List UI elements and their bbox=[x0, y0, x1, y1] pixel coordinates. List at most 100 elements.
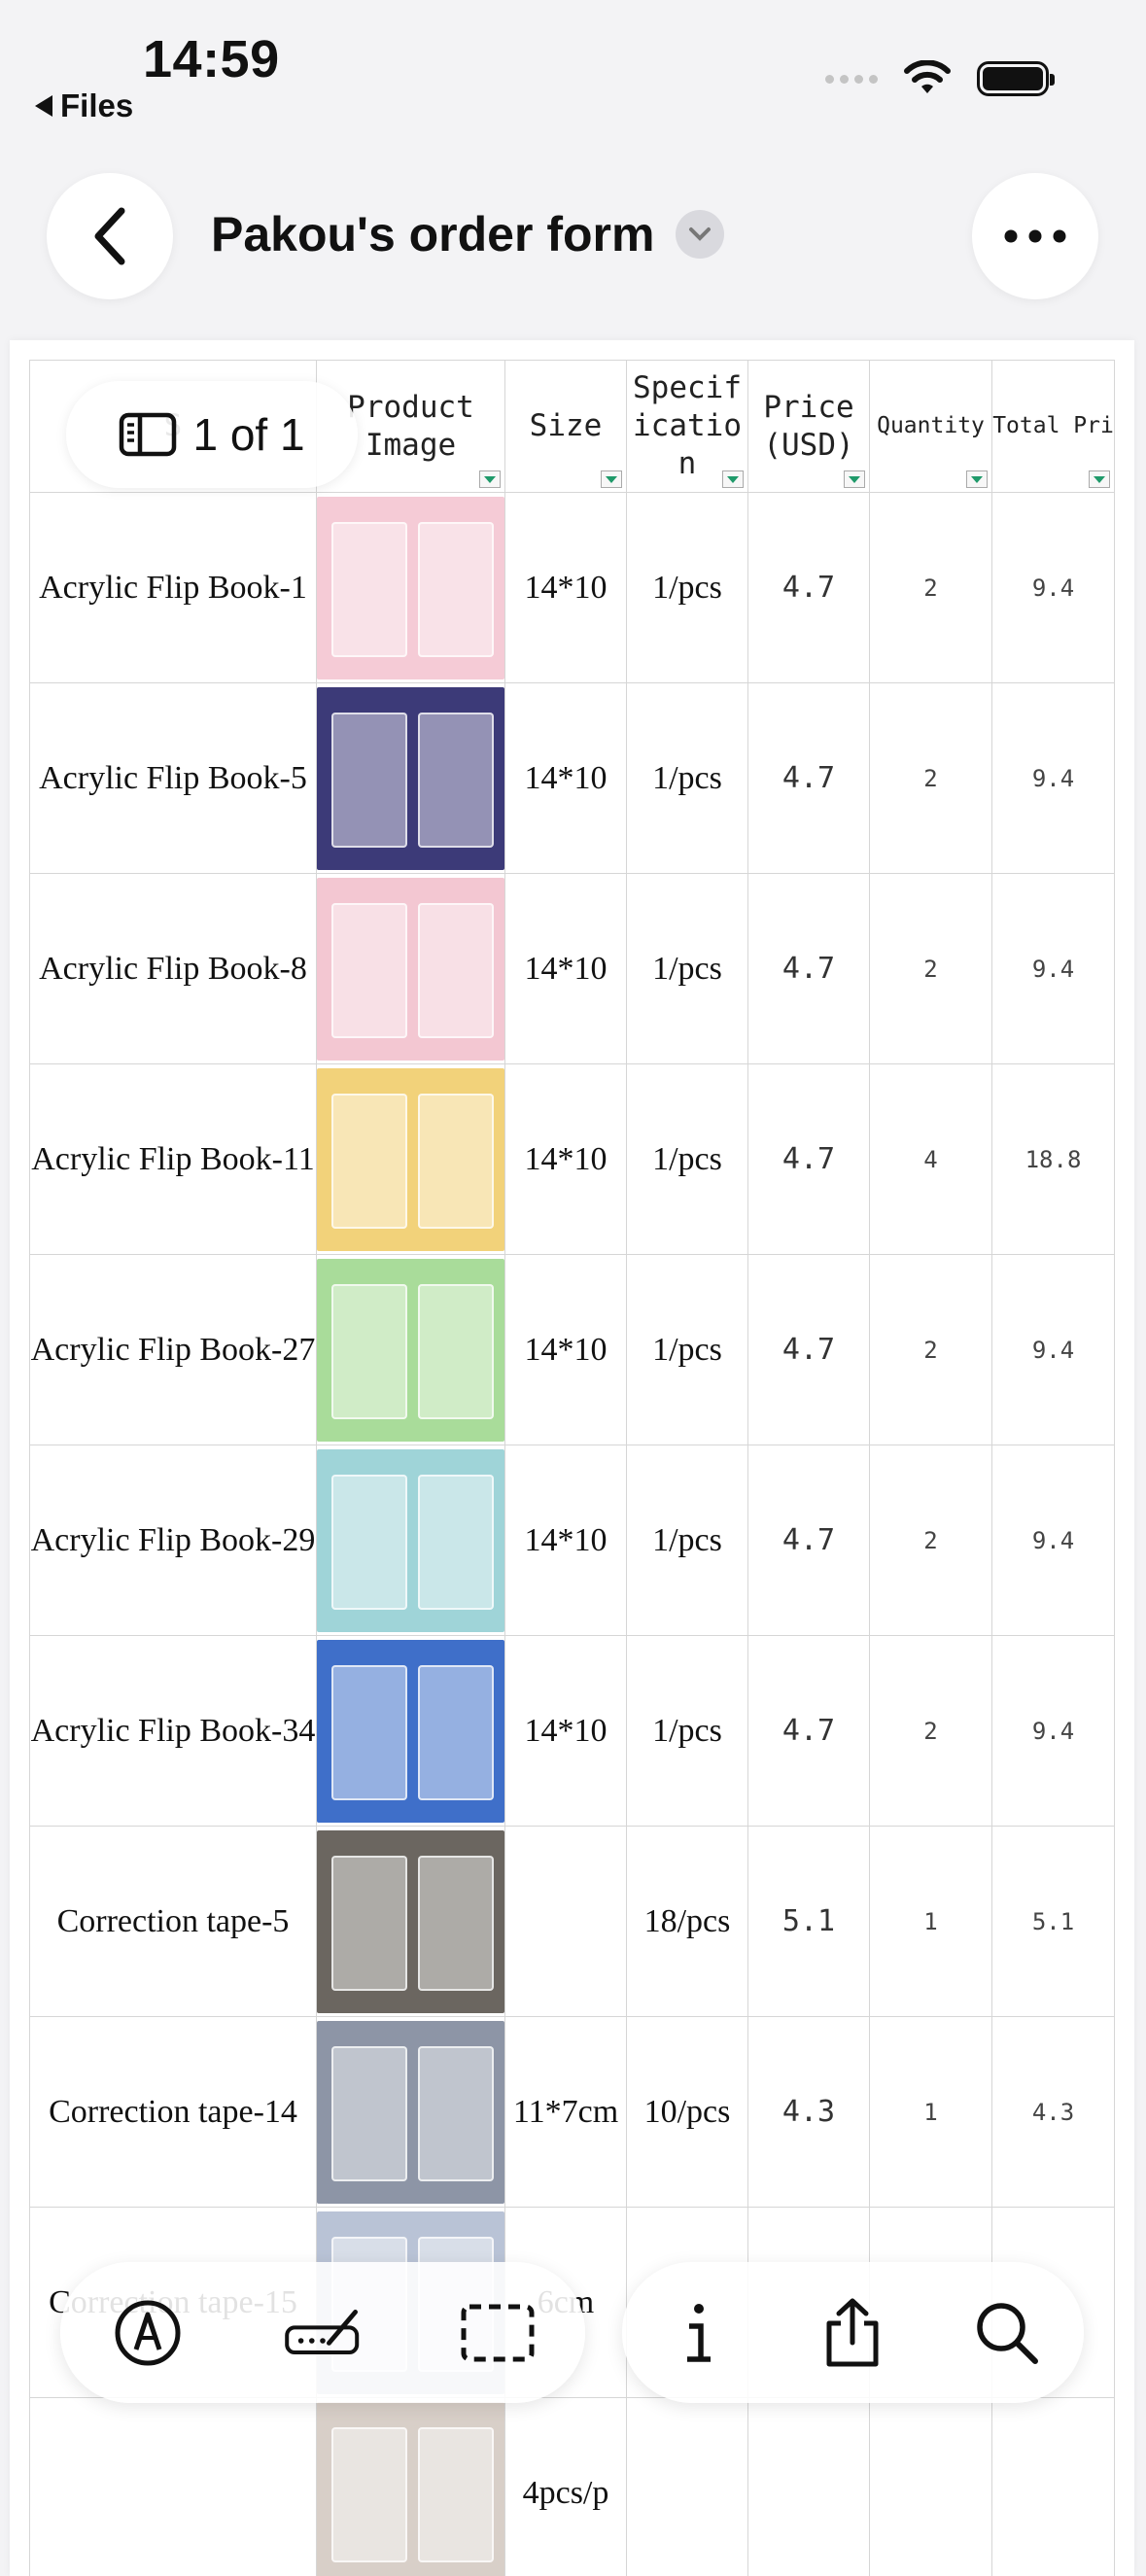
document-page[interactable]: SProduct ImageSizeSpecif icatio nPrice (… bbox=[10, 340, 1134, 2576]
price-cell: 5.1 bbox=[748, 1827, 870, 2017]
specification-cell: 1/pcs bbox=[627, 1636, 748, 1827]
search-icon[interactable] bbox=[968, 2294, 1046, 2372]
column-header-label: Size bbox=[530, 408, 603, 443]
price-cell: 4.7 bbox=[748, 683, 870, 874]
filter-dropdown-icon bbox=[1089, 470, 1110, 488]
size-cell: 4pcs/p bbox=[505, 2398, 627, 2576]
back-to-app-link[interactable]: Files bbox=[35, 87, 133, 124]
chevron-down-icon bbox=[676, 210, 724, 259]
quantity-cell: 2 bbox=[870, 1255, 992, 1445]
quantity-cell: 2 bbox=[870, 874, 992, 1064]
table-row: Acrylic Flip Book-3414*101/pcs4.729.4 bbox=[30, 1636, 1115, 1827]
table-row: Correction tape-1411*7cm10/pcs4.314.3 bbox=[30, 2017, 1115, 2208]
ellipsis-icon bbox=[1004, 229, 1066, 243]
share-icon[interactable] bbox=[814, 2294, 891, 2372]
table-row: Acrylic Flip Book-814*101/pcs4.729.4 bbox=[30, 874, 1115, 1064]
page-indicator[interactable]: 1 of 1 bbox=[66, 381, 358, 488]
order-table: SProduct ImageSizeSpecif icatio nPrice (… bbox=[29, 360, 1115, 2576]
column-header-label: Price (USD) bbox=[763, 390, 853, 463]
column-header: Total Pri bbox=[992, 361, 1115, 493]
product-image-cell bbox=[317, 1827, 505, 2017]
price-cell: 4.3 bbox=[748, 2017, 870, 2208]
column-header: Quantity bbox=[870, 361, 992, 493]
price-cell: 4.7 bbox=[748, 1255, 870, 1445]
product-name-cell: Acrylic Flip Book-11 bbox=[30, 1064, 317, 1255]
document-title: Pakou's order form bbox=[211, 206, 654, 262]
product-image-cell bbox=[317, 683, 505, 874]
total-price-cell bbox=[992, 2398, 1115, 2576]
price-cell: 4.7 bbox=[748, 1064, 870, 1255]
info-icon[interactable] bbox=[660, 2294, 738, 2372]
product-name-cell: Acrylic Flip Book-29 bbox=[30, 1445, 317, 1636]
markup-icon[interactable] bbox=[109, 2294, 187, 2372]
total-price-cell: 9.4 bbox=[992, 874, 1115, 1064]
more-options-button[interactable] bbox=[972, 173, 1098, 299]
price-cell: 4.7 bbox=[748, 874, 870, 1064]
product-thumbnail bbox=[317, 1449, 504, 1632]
back-button[interactable] bbox=[47, 173, 173, 299]
product-thumbnail bbox=[317, 2402, 504, 2576]
price-cell: 4.7 bbox=[748, 493, 870, 683]
select-icon[interactable] bbox=[459, 2294, 537, 2372]
actions-toolbar bbox=[622, 2262, 1084, 2403]
size-cell: 14*10 bbox=[505, 1064, 627, 1255]
size-cell: 14*10 bbox=[505, 1445, 627, 1636]
product-name-cell bbox=[30, 2398, 317, 2576]
column-header-label: Quantity bbox=[877, 413, 985, 438]
filter-dropdown-icon bbox=[601, 470, 622, 488]
filter-dropdown-icon bbox=[722, 470, 744, 488]
specification-cell: 1/pcs bbox=[627, 874, 748, 1064]
product-name-cell: Correction tape-5 bbox=[30, 1827, 317, 2017]
size-cell bbox=[505, 1827, 627, 2017]
total-price-cell: 9.4 bbox=[992, 1445, 1115, 1636]
sidebar-icon bbox=[119, 412, 177, 457]
size-cell: 14*10 bbox=[505, 1636, 627, 1827]
column-header: Size bbox=[505, 361, 627, 493]
total-price-cell: 5.1 bbox=[992, 1827, 1115, 2017]
cellular-signal-icon bbox=[825, 75, 878, 84]
back-triangle-icon bbox=[35, 95, 52, 117]
table-row: Correction tape-518/pcs5.115.1 bbox=[30, 1827, 1115, 2017]
product-image-cell bbox=[317, 2017, 505, 2208]
quantity-cell: 2 bbox=[870, 1445, 992, 1636]
product-thumbnail bbox=[317, 1640, 504, 1823]
column-header: Price (USD) bbox=[748, 361, 870, 493]
table-row: Acrylic Flip Book-514*101/pcs4.729.4 bbox=[30, 683, 1115, 874]
product-image-cell bbox=[317, 1445, 505, 1636]
quantity-cell: 2 bbox=[870, 683, 992, 874]
total-price-cell: 9.4 bbox=[992, 683, 1115, 874]
status-indicators bbox=[825, 60, 1049, 97]
table-row: Acrylic Flip Book-2914*101/pcs4.729.4 bbox=[30, 1445, 1115, 1636]
column-header-label: Total Pri bbox=[992, 413, 1114, 438]
product-name-cell: Acrylic Flip Book-27 bbox=[30, 1255, 317, 1445]
signature-icon[interactable] bbox=[284, 2294, 362, 2372]
document-title-menu[interactable]: Pakou's order form bbox=[211, 206, 724, 262]
markup-toolbar bbox=[60, 2262, 585, 2403]
quantity-cell bbox=[870, 2398, 992, 2576]
quantity-cell: 1 bbox=[870, 2017, 992, 2208]
product-image-cell bbox=[317, 874, 505, 1064]
quantity-cell: 2 bbox=[870, 493, 992, 683]
size-cell: 14*10 bbox=[505, 1255, 627, 1445]
product-name-cell: Acrylic Flip Book-34 bbox=[30, 1636, 317, 1827]
table-row: Acrylic Flip Book-1114*101/pcs4.7418.8 bbox=[30, 1064, 1115, 1255]
product-name-cell: Acrylic Flip Book-5 bbox=[30, 683, 317, 874]
price-cell: 4.7 bbox=[748, 1636, 870, 1827]
product-thumbnail bbox=[317, 2021, 504, 2204]
total-price-cell: 9.4 bbox=[992, 493, 1115, 683]
product-image-cell bbox=[317, 1636, 505, 1827]
back-app-label: Files bbox=[60, 87, 133, 124]
chevron-left-icon bbox=[88, 205, 131, 267]
page-indicator-label: 1 of 1 bbox=[192, 408, 304, 461]
product-name-cell: Correction tape-14 bbox=[30, 2017, 317, 2208]
product-thumbnail bbox=[317, 1259, 504, 1442]
total-price-cell: 9.4 bbox=[992, 1636, 1115, 1827]
filter-dropdown-icon bbox=[966, 470, 988, 488]
total-price-cell: 9.4 bbox=[992, 1255, 1115, 1445]
specification-cell: 1/pcs bbox=[627, 1445, 748, 1636]
product-thumbnail bbox=[317, 1830, 504, 2013]
product-thumbnail bbox=[317, 1068, 504, 1251]
product-thumbnail bbox=[317, 687, 504, 870]
specification-cell: 1/pcs bbox=[627, 1064, 748, 1255]
column-header-label: Product Image bbox=[347, 390, 474, 463]
